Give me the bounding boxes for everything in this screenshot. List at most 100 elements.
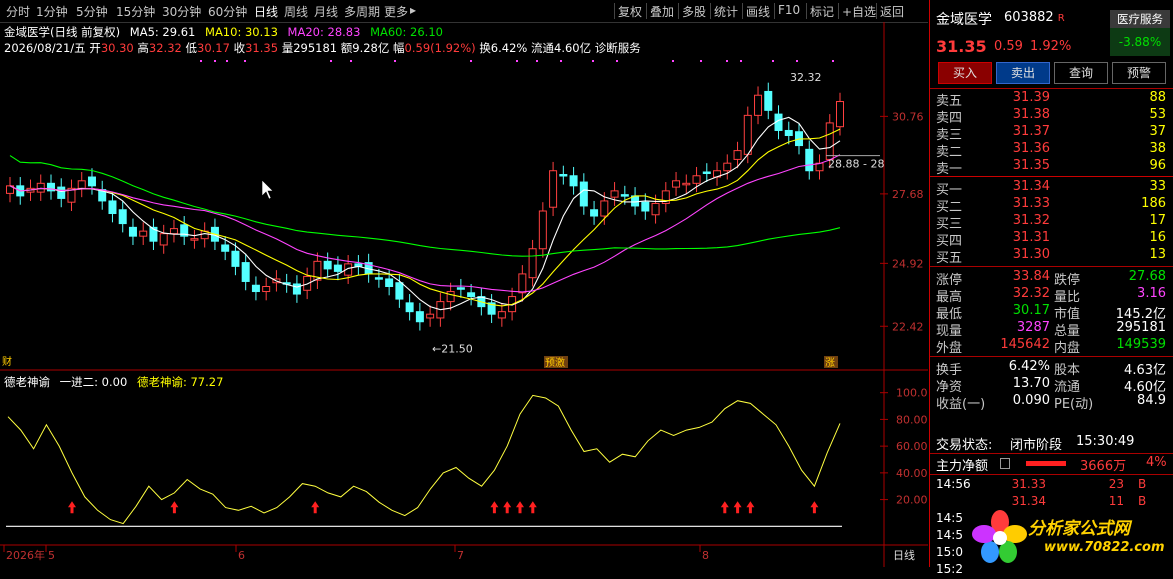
- bid-price: 31.33: [1012, 196, 1050, 211]
- bid-price: 31.32: [1012, 213, 1050, 228]
- list-icon[interactable]: [1000, 458, 1010, 469]
- bid-row[interactable]: 买一 31.34 33: [930, 179, 1173, 198]
- buy-arrow-icon: [516, 501, 524, 514]
- signal-dot: [516, 60, 518, 62]
- tick-time: 14:5: [936, 511, 963, 525]
- ask-row[interactable]: 卖一 31.35 96: [930, 158, 1173, 177]
- toolbar-button[interactable]: 画线: [746, 3, 770, 20]
- high-annotation: 32.32: [790, 71, 822, 84]
- x-tick-label: 6: [238, 549, 245, 562]
- turnover-value: 换6.42%: [479, 41, 528, 55]
- sector-text: 医疗服务: [1117, 12, 1163, 26]
- tick-direction: B: [1138, 477, 1147, 491]
- signal-dot: [796, 60, 798, 62]
- toolbar-separator: [774, 3, 775, 19]
- bid-volume: 17: [1149, 213, 1166, 228]
- query-button[interactable]: 查询: [1054, 62, 1108, 84]
- indicator-sub: 一进二: 0.00: [59, 375, 128, 389]
- period-tab[interactable]: 多周期: [344, 3, 380, 20]
- ask-volume: 53: [1149, 107, 1166, 122]
- signal-dot: [330, 60, 332, 62]
- r-mark: R: [1057, 13, 1065, 24]
- period-label: 日线: [893, 548, 915, 562]
- sell-button[interactable]: 卖出: [996, 62, 1050, 84]
- toolbar-button[interactable]: 叠加: [650, 3, 674, 20]
- bid-price: 31.31: [1012, 230, 1050, 245]
- sector-badge[interactable]: 医疗服务: [1110, 10, 1170, 28]
- toolbar-button[interactable]: F10: [778, 3, 800, 17]
- ma10-line: [9, 128, 841, 307]
- buy-arrow-icon: [733, 501, 742, 514]
- toolbar-button[interactable]: 统计: [714, 3, 738, 20]
- toolbar-button[interactable]: 复权: [618, 3, 642, 20]
- bid-volume: 13: [1149, 247, 1166, 262]
- period-tab[interactable]: 分时: [6, 3, 30, 20]
- bid-row[interactable]: 买三 31.32 17: [930, 213, 1173, 232]
- candle: [836, 101, 844, 128]
- period-tab[interactable]: 更多: [384, 3, 408, 20]
- x-tick-label: 7: [457, 549, 464, 562]
- chevron-right-icon[interactable]: ▸: [410, 3, 416, 17]
- toolbar-separator: [646, 3, 647, 19]
- ask-row[interactable]: 卖三 31.37 37: [930, 124, 1173, 143]
- y-tick-label: 20.00: [896, 494, 928, 507]
- open-label: 开: [89, 41, 101, 55]
- candle: [579, 181, 588, 207]
- ask-row[interactable]: 卖四 31.38 53: [930, 107, 1173, 126]
- toolbar-separator: [742, 3, 743, 19]
- ask-row[interactable]: 卖五 31.39 88: [930, 90, 1173, 109]
- period-tab[interactable]: 1分钟: [36, 3, 68, 20]
- period-tab[interactable]: 30分钟: [162, 3, 201, 20]
- x-tick-label: 8: [702, 549, 709, 562]
- toolbar-separator: [806, 3, 807, 19]
- bid-row[interactable]: 买五 31.30 13: [930, 247, 1173, 266]
- main-force-value: 3666万: [1080, 459, 1127, 474]
- candle: [159, 233, 168, 246]
- period-tab[interactable]: 5分钟: [76, 3, 108, 20]
- ask-row[interactable]: 卖二 31.36 38: [930, 141, 1173, 160]
- toolbar-button[interactable]: +自选: [842, 3, 876, 20]
- main-force-bar: [1026, 461, 1066, 466]
- divider: [930, 88, 1173, 89]
- bid-row[interactable]: 买四 31.31 16: [930, 230, 1173, 249]
- candle: [723, 162, 732, 172]
- period-tab[interactable]: 15分钟: [116, 3, 155, 20]
- toolbar-button[interactable]: 标记: [810, 3, 834, 20]
- flower-logo-icon: [972, 510, 1027, 563]
- candle: [323, 260, 332, 270]
- bid-row[interactable]: 买二 31.33 186: [930, 196, 1173, 215]
- period-tab[interactable]: 60分钟: [208, 3, 247, 20]
- period-tab[interactable]: 月线: [314, 3, 338, 20]
- current-annotation: 28.88 - 28: [828, 158, 884, 171]
- price-change-pct: 1.92%: [1030, 39, 1071, 54]
- candle: [292, 283, 301, 295]
- finance-marker: 财: [2, 355, 12, 368]
- signal-dot: [772, 60, 774, 62]
- diag-link[interactable]: 诊断服务: [595, 41, 641, 55]
- signal-dot: [470, 60, 472, 62]
- indicator-name[interactable]: 德老神谕: [4, 375, 50, 389]
- high-label: 高: [137, 41, 149, 55]
- toolbar-button[interactable]: 返回: [880, 3, 904, 20]
- chart-area[interactable]: 30.76 27.68 24.92 22.42 32.32 28.88 - 28 ←21.5…: [0, 22, 928, 567]
- bid-price: 31.30: [1012, 247, 1050, 262]
- toolbar-button[interactable]: 多股: [682, 3, 706, 20]
- signal-dot: [560, 60, 562, 62]
- x-tick-label: 2026年: [6, 548, 45, 562]
- candle: [497, 311, 506, 319]
- low-label: 低: [185, 41, 198, 55]
- stat-value: 295181: [1116, 320, 1166, 335]
- ask-price: 31.35: [1012, 158, 1050, 173]
- candle: [128, 226, 137, 237]
- chart-header-row2: 2026/08/21/五 开30.30 高32.32 低30.17 收31.35…: [4, 40, 641, 56]
- bid-volume: 16: [1149, 230, 1166, 245]
- buy-button[interactable]: 买入: [938, 62, 992, 84]
- logo-url: www.70822.com: [1044, 540, 1165, 555]
- amount-label: 额: [340, 41, 353, 55]
- divider: [930, 266, 1173, 267]
- period-tab[interactable]: 日线: [254, 3, 278, 20]
- signal-dot: [740, 60, 742, 62]
- alert-button[interactable]: 预警: [1112, 62, 1166, 84]
- period-tab[interactable]: 周线: [284, 3, 308, 20]
- candle: [641, 201, 650, 212]
